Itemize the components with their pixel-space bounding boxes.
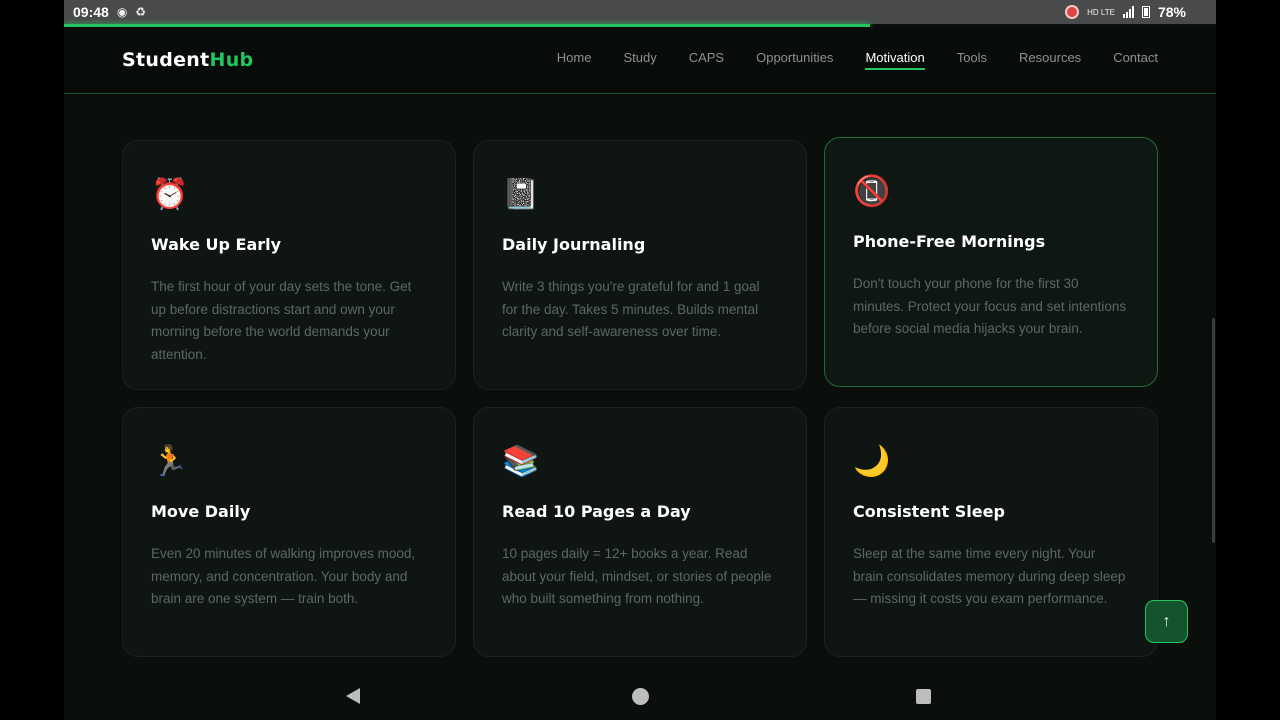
- back-to-top-button[interactable]: ↑: [1145, 600, 1188, 643]
- habit-card: 🏃 Move Daily Even 20 minutes of walking …: [122, 407, 456, 657]
- back-triangle-icon[interactable]: [346, 688, 360, 704]
- status-bar: 09:48 ◉ ♻ HD LTE 78%: [64, 0, 1216, 24]
- screen-record-icon: [1065, 5, 1080, 19]
- recents-square-icon[interactable]: [916, 689, 931, 704]
- habit-card-text: Don't touch your phone for the first 30 …: [853, 276, 1127, 336]
- habit-card-title: Wake Up Early: [151, 235, 282, 254]
- brand-logo[interactable]: StudentHub: [122, 49, 253, 71]
- nav-links: Home Study CAPS Opportunities Motivation…: [557, 50, 1158, 70]
- letterbox-left: [0, 0, 64, 720]
- nav-link-contact[interactable]: Contact: [1113, 50, 1158, 70]
- status-time: 09:48: [73, 4, 109, 20]
- habit-card: 🌙 Consistent Sleep Sleep at the same tim…: [824, 407, 1158, 657]
- habit-card-highlighted: 📵 Phone-Free Mornings Don't touch your p…: [824, 137, 1158, 387]
- habit-card-text: 10 pages daily = 12+ books a year. Read …: [502, 546, 772, 606]
- battery-icon: [1141, 6, 1150, 18]
- runner-icon: 🏃: [151, 445, 189, 478]
- page-scrollbar[interactable]: [1212, 318, 1215, 543]
- nav-link-resources[interactable]: Resources: [1019, 50, 1081, 70]
- habits-grid: ⏰ Wake Up Early The first hour of your d…: [122, 137, 1158, 657]
- nav-link-caps[interactable]: CAPS: [689, 50, 724, 70]
- brand-part-1: Student: [122, 49, 210, 71]
- system-nav-bar: [64, 672, 1216, 720]
- habit-card-text: The first hour of your day sets the tone…: [151, 279, 412, 362]
- sync-icon: ♻: [135, 5, 147, 19]
- crescent-moon-icon: 🌙: [853, 445, 891, 478]
- nav-link-tools[interactable]: Tools: [957, 50, 987, 70]
- habit-card: 📚 Read 10 Pages a Day 10 pages daily = 1…: [473, 407, 807, 657]
- habit-card-title: Phone-Free Mornings: [853, 232, 1046, 251]
- habit-card-text: Write 3 things you're grateful for and 1…: [502, 279, 760, 339]
- no-phones-icon: 📵: [853, 175, 891, 208]
- alarm-clock-icon: ⏰: [151, 178, 189, 211]
- signal-icon: [1122, 6, 1134, 18]
- habit-card-title: Consistent Sleep: [853, 502, 1005, 521]
- habit-card-title: Daily Journaling: [502, 235, 646, 254]
- notebook-icon: 📓: [502, 178, 540, 211]
- device-screen: 09:48 ◉ ♻ HD LTE 78% StudentHub Home Stu…: [64, 0, 1216, 720]
- letterbox-right: [1216, 0, 1280, 720]
- habit-card: ⏰ Wake Up Early The first hour of your d…: [122, 140, 456, 390]
- habit-card-title: Move Daily: [151, 502, 251, 521]
- habit-card-title: Read 10 Pages a Day: [502, 502, 691, 521]
- nav-link-home[interactable]: Home: [557, 50, 592, 70]
- home-circle-icon[interactable]: [632, 688, 649, 705]
- network-type-label: HD LTE: [1087, 7, 1115, 17]
- habit-card: 📓 Daily Journaling Write 3 things you're…: [473, 140, 807, 390]
- nav-link-study[interactable]: Study: [623, 50, 656, 70]
- books-icon: 📚: [502, 445, 540, 478]
- nav-link-opportunities[interactable]: Opportunities: [756, 50, 833, 70]
- habit-card-text: Even 20 minutes of walking improves mood…: [151, 546, 416, 606]
- arrow-up-icon: ↑: [1162, 612, 1171, 630]
- brand-part-2: Hub: [209, 49, 254, 71]
- site-navbar: StudentHub Home Study CAPS Opportunities…: [64, 27, 1216, 94]
- battery-percent: 78%: [1157, 4, 1186, 20]
- record-icon: ◉: [116, 5, 128, 19]
- nav-link-motivation[interactable]: Motivation: [865, 50, 925, 70]
- habit-card-text: Sleep at the same time every night. Your…: [853, 546, 1126, 606]
